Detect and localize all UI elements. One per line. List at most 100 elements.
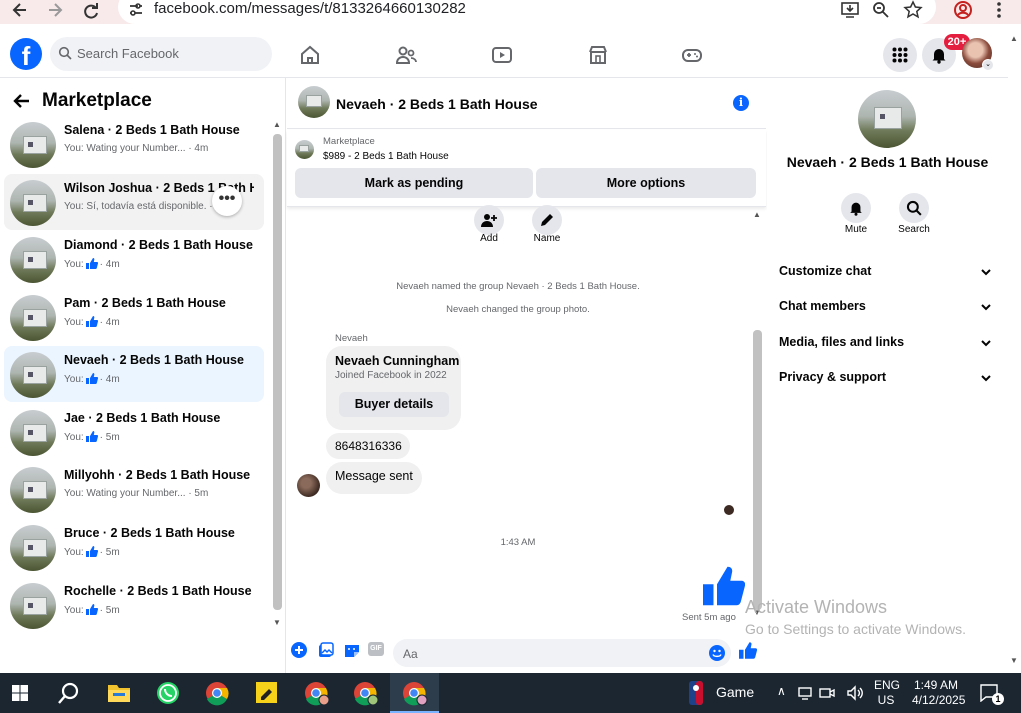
conversation-options-button[interactable]: ••• — [212, 186, 242, 216]
facebook-logo[interactable]: f — [10, 38, 42, 71]
chevron-down-icon[interactable]: ⌄ — [982, 59, 994, 71]
buyer-card: Nevaeh Cunningham Joined Facebook in 202… — [326, 346, 461, 430]
chrome-icon[interactable] — [197, 677, 237, 709]
chevron-down-icon — [981, 304, 991, 311]
scroll-up-arrow[interactable]: ▲ — [753, 210, 761, 219]
chevron-down-icon — [981, 269, 991, 276]
listing-title[interactable]: $989 - 2 Beds 1 Bath House — [323, 151, 449, 162]
gif-icon[interactable]: GIF — [368, 642, 384, 656]
pencil-icon — [541, 214, 553, 226]
conversation-item-selected[interactable]: Nevaeh · 2 Beds 1 Bath House You: · 4m — [4, 346, 264, 402]
scrollbar-thumb[interactable] — [273, 134, 282, 610]
back-arrow-icon[interactable] — [12, 91, 32, 111]
photo-icon[interactable] — [318, 642, 334, 658]
menu-dots-icon[interactable] — [989, 0, 1009, 20]
scroll-up-arrow[interactable]: ▲ — [273, 120, 281, 129]
volume-icon[interactable] — [846, 685, 864, 701]
preview-prefix: You: — [64, 605, 84, 616]
sender-avatar[interactable] — [297, 474, 320, 497]
profile-icon[interactable] — [953, 0, 973, 20]
chat-avatar[interactable] — [298, 86, 330, 118]
name-group-button[interactable] — [532, 205, 562, 235]
message-bubble[interactable]: Message sent — [326, 462, 422, 494]
conversation-item[interactable]: Pam · 2 Beds 1 Bath House You: · 4m — [4, 289, 264, 345]
scroll-up-arrow[interactable]: ▲ — [1010, 34, 1018, 43]
search-conversation-button[interactable] — [899, 193, 929, 223]
sticker-icon[interactable] — [344, 642, 360, 658]
message-bubble[interactable]: 8648316336 — [326, 433, 410, 459]
conversation-list-pane: Marketplace Salena · 2 Beds 1 Bath House… — [0, 78, 286, 673]
conversation-preview: You: Wating your Number... · 4m — [64, 143, 209, 154]
chrome-profile-icon[interactable] — [296, 677, 336, 709]
nba-logo-icon[interactable] — [689, 681, 703, 705]
listing-thumbnail — [10, 410, 56, 456]
star-icon[interactable] — [903, 0, 923, 20]
conversation-item[interactable]: Millyohh · 2 Beds 1 Bath House You: Wati… — [4, 461, 264, 517]
file-explorer-icon[interactable] — [99, 677, 139, 709]
forward-arrow-icon[interactable] — [45, 0, 65, 20]
whatsapp-icon[interactable] — [148, 677, 188, 709]
like-icon — [85, 373, 98, 384]
page-scrollbar[interactable]: ▲ ▼ — [1008, 24, 1021, 673]
chat-title[interactable]: Nevaeh · 2 Beds 1 Bath House — [336, 96, 538, 112]
video-icon[interactable] — [491, 44, 513, 66]
scrollbar-thumb[interactable] — [753, 330, 762, 610]
info-icon[interactable]: i — [733, 95, 749, 111]
search-icon[interactable] — [49, 677, 89, 709]
mute-button[interactable] — [841, 193, 871, 223]
clock[interactable]: 1:49 AM 4/12/2025 — [912, 678, 965, 708]
home-icon[interactable] — [299, 44, 321, 66]
emoji-icon[interactable] — [709, 645, 725, 661]
chrome-profile-icon[interactable] — [345, 677, 385, 709]
conversation-item[interactable]: Jae · 2 Beds 1 Bath House You: · 5m — [4, 404, 264, 460]
more-options-button[interactable]: More options — [536, 168, 756, 198]
conversation-item[interactable]: Diamond · 2 Beds 1 Bath House You: · 4m — [4, 231, 264, 287]
friends-icon[interactable] — [395, 44, 417, 66]
url-text[interactable]: facebook.com/messages/t/8133264660130282 — [154, 0, 466, 17]
network-icon[interactable] — [797, 685, 813, 701]
facebook-header: f Search Facebook 20+ ⌄ — [0, 24, 1008, 78]
group-avatar[interactable] — [858, 90, 916, 148]
like-icon[interactable] — [739, 642, 757, 659]
message-input[interactable]: Aa — [393, 639, 731, 667]
gaming-icon[interactable] — [681, 44, 703, 66]
privacy-support-row[interactable]: Privacy & support — [779, 370, 997, 384]
buyer-details-button[interactable]: Buyer details — [339, 392, 449, 417]
media-files-row[interactable]: Media, files and links — [779, 335, 997, 349]
site-settings-icon[interactable] — [126, 0, 146, 20]
mark-pending-button[interactable]: Mark as pending — [295, 168, 533, 198]
conversation-name: Millyohh · 2 Beds 1 Bath House — [64, 468, 251, 482]
marketplace-icon[interactable] — [587, 44, 609, 66]
search-icon — [906, 200, 922, 216]
game-widget-label[interactable]: Game — [716, 684, 754, 700]
zoom-icon[interactable] — [871, 0, 891, 20]
preview-prefix: You: — [64, 547, 84, 558]
windows-start-icon[interactable] — [0, 677, 40, 709]
menu-grid-button[interactable] — [883, 38, 917, 72]
chat-members-row[interactable]: Chat members — [779, 299, 997, 313]
search-input[interactable]: Search Facebook — [50, 37, 272, 71]
scroll-down-arrow[interactable]: ▼ — [1010, 656, 1018, 665]
plus-icon[interactable] — [291, 642, 307, 658]
add-people-button[interactable] — [474, 205, 504, 235]
install-app-icon[interactable] — [840, 0, 860, 20]
reload-icon[interactable] — [81, 0, 101, 20]
chevron-up-icon[interactable]: ∧ — [777, 684, 786, 698]
active-app-highlight[interactable] — [390, 673, 439, 713]
conversation-name: Nevaeh · 2 Beds 1 Bath House — [64, 353, 244, 367]
sticky-notes-icon[interactable] — [247, 677, 287, 709]
customize-chat-row[interactable]: Customize chat — [779, 264, 997, 278]
conversation-item[interactable]: Salena · 2 Beds 1 Bath House You: Wating… — [4, 116, 264, 172]
listing-thumbnail[interactable] — [295, 140, 314, 159]
back-arrow-icon[interactable] — [10, 0, 30, 20]
conversation-item[interactable]: Rochelle · 2 Beds 1 Bath House You: · 5m — [4, 577, 264, 633]
meet-now-icon[interactable] — [819, 685, 835, 701]
notification-count-badge: 1 — [992, 693, 1004, 705]
chevron-down-icon — [981, 375, 991, 382]
preview-time: · 5m — [99, 547, 120, 558]
conversation-item[interactable]: Bruce · 2 Beds 1 Bath House You: · 5m — [4, 519, 264, 575]
bell-icon — [850, 202, 862, 216]
input-language[interactable]: ENG US — [874, 678, 900, 708]
like-icon[interactable] — [703, 566, 745, 606]
scroll-down-arrow[interactable]: ▼ — [273, 618, 281, 627]
